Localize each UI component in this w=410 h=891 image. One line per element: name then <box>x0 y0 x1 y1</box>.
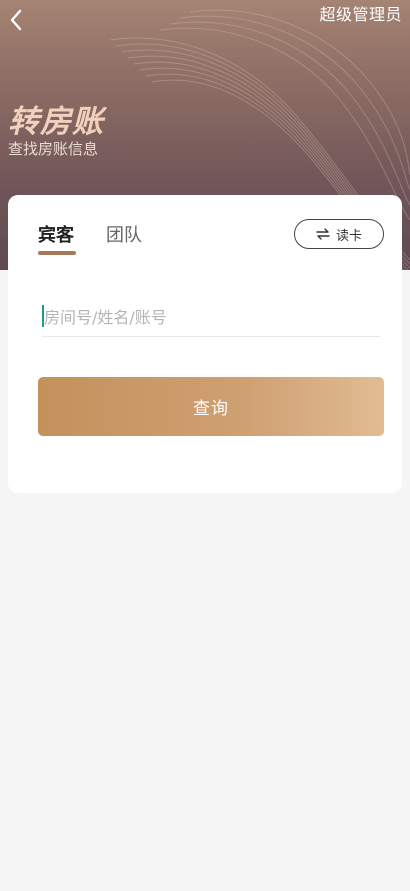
chevron-left-icon <box>10 9 22 31</box>
admin-role-label: 超级管理员 <box>319 5 402 24</box>
read-card-button[interactable]: 读卡 <box>294 219 384 249</box>
search-card: 宾客 团队 读卡 查询 <box>8 195 402 493</box>
page-title: 转房账 <box>8 104 104 140</box>
search-field[interactable] <box>42 299 380 337</box>
back-button[interactable] <box>2 4 30 36</box>
tab-guest[interactable]: 宾客 <box>38 221 74 247</box>
tab-team[interactable]: 团队 <box>106 221 142 247</box>
active-tab-indicator <box>38 251 76 255</box>
query-button[interactable]: 查询 <box>38 377 384 436</box>
search-input[interactable] <box>42 299 380 336</box>
page-subtitle: 查找房账信息 <box>8 140 99 158</box>
swap-arrows-icon <box>316 228 330 240</box>
read-card-label: 读卡 <box>335 228 362 244</box>
